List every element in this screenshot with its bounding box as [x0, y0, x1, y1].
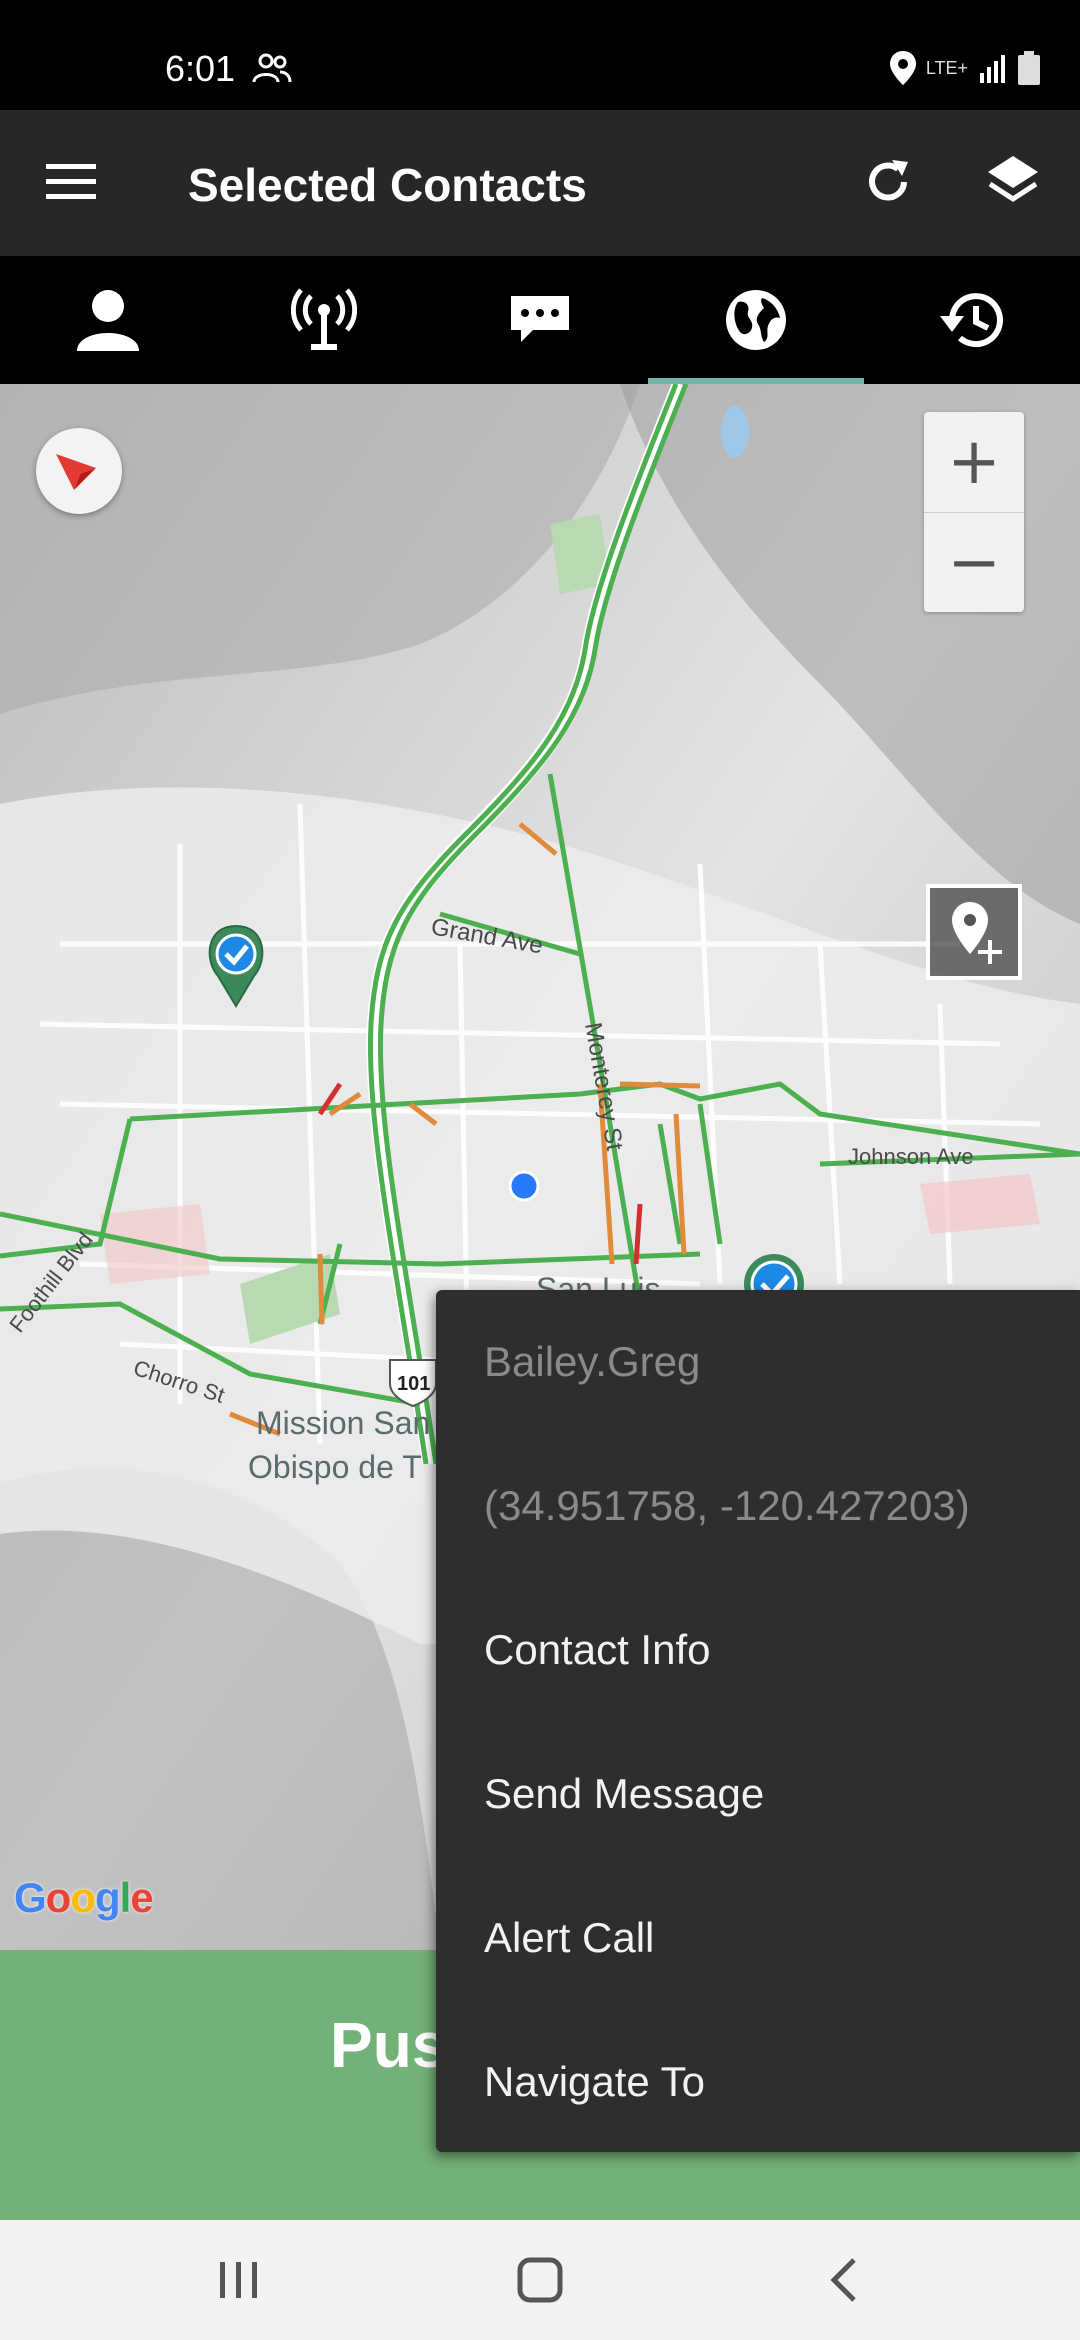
tab-messages[interactable] [432, 256, 648, 384]
label-johnson-ave: Johnson Ave [848, 1144, 974, 1169]
tab-history[interactable] [864, 256, 1080, 384]
label-mission-1: Mission San [256, 1405, 430, 1441]
status-time: 6:01 [165, 48, 236, 89]
page-title: Selected Contacts [188, 159, 587, 211]
status-bar: 6:01 LTE+ [0, 0, 1080, 110]
current-location-dot [508, 1170, 540, 1202]
system-nav-bar [0, 2220, 1080, 2340]
zoom-out-button[interactable]: − [924, 512, 1024, 613]
tab-radio[interactable] [216, 256, 432, 384]
people-icon [252, 53, 292, 83]
popup-coordinates: (34.951758, -120.427203) [484, 1482, 970, 1529]
compass-button[interactable] [36, 428, 122, 514]
zoom-in-button[interactable]: + [924, 412, 1024, 512]
label-mission-2: Obispo de T [248, 1449, 422, 1485]
history-icon [940, 293, 1003, 348]
home-icon[interactable] [516, 2254, 564, 2306]
recent-apps-icon[interactable] [218, 2254, 260, 2306]
popup-contact-name: Bailey.Greg [484, 1338, 701, 1385]
person-icon [77, 290, 139, 351]
google-logo: Google [14, 1874, 154, 1921]
menu-icon[interactable] [46, 162, 96, 202]
menu-item-navigate-to[interactable]: Navigate To [484, 2058, 705, 2106]
label-hwy-101: 101 [397, 1373, 430, 1395]
zoom-controls: + − [924, 412, 1024, 612]
globe-icon [726, 290, 786, 350]
tab-contacts[interactable] [0, 256, 216, 384]
add-location-icon [952, 902, 1002, 964]
back-icon[interactable] [828, 2254, 860, 2306]
tab-map[interactable] [648, 256, 864, 384]
tab-bar [0, 256, 1080, 384]
location-icon [889, 51, 916, 85]
menu-item-send-message[interactable]: Send Message [484, 1770, 764, 1818]
battery-icon [1018, 51, 1040, 85]
refresh-icon[interactable] [862, 156, 914, 208]
signal-icon [980, 55, 1005, 83]
add-marker-button[interactable] [926, 884, 1022, 980]
network-type: LTE+ [925, 58, 968, 78]
layers-icon[interactable] [986, 154, 1040, 210]
menu-item-alert-call[interactable]: Alert Call [484, 1914, 654, 1962]
push-to-talk-label: Pus [330, 2009, 448, 2081]
antenna-icon [291, 288, 357, 350]
chat-icon [511, 296, 569, 342]
app-bar: Selected Contacts [0, 110, 1080, 256]
contact-popup-menu: Bailey.Greg (34.951758, -120.427203) Con… [436, 1290, 1080, 2152]
status-right-icons: LTE+ [889, 48, 1040, 88]
menu-item-contact-info[interactable]: Contact Info [484, 1626, 710, 1674]
compass-needle-icon [56, 454, 96, 490]
